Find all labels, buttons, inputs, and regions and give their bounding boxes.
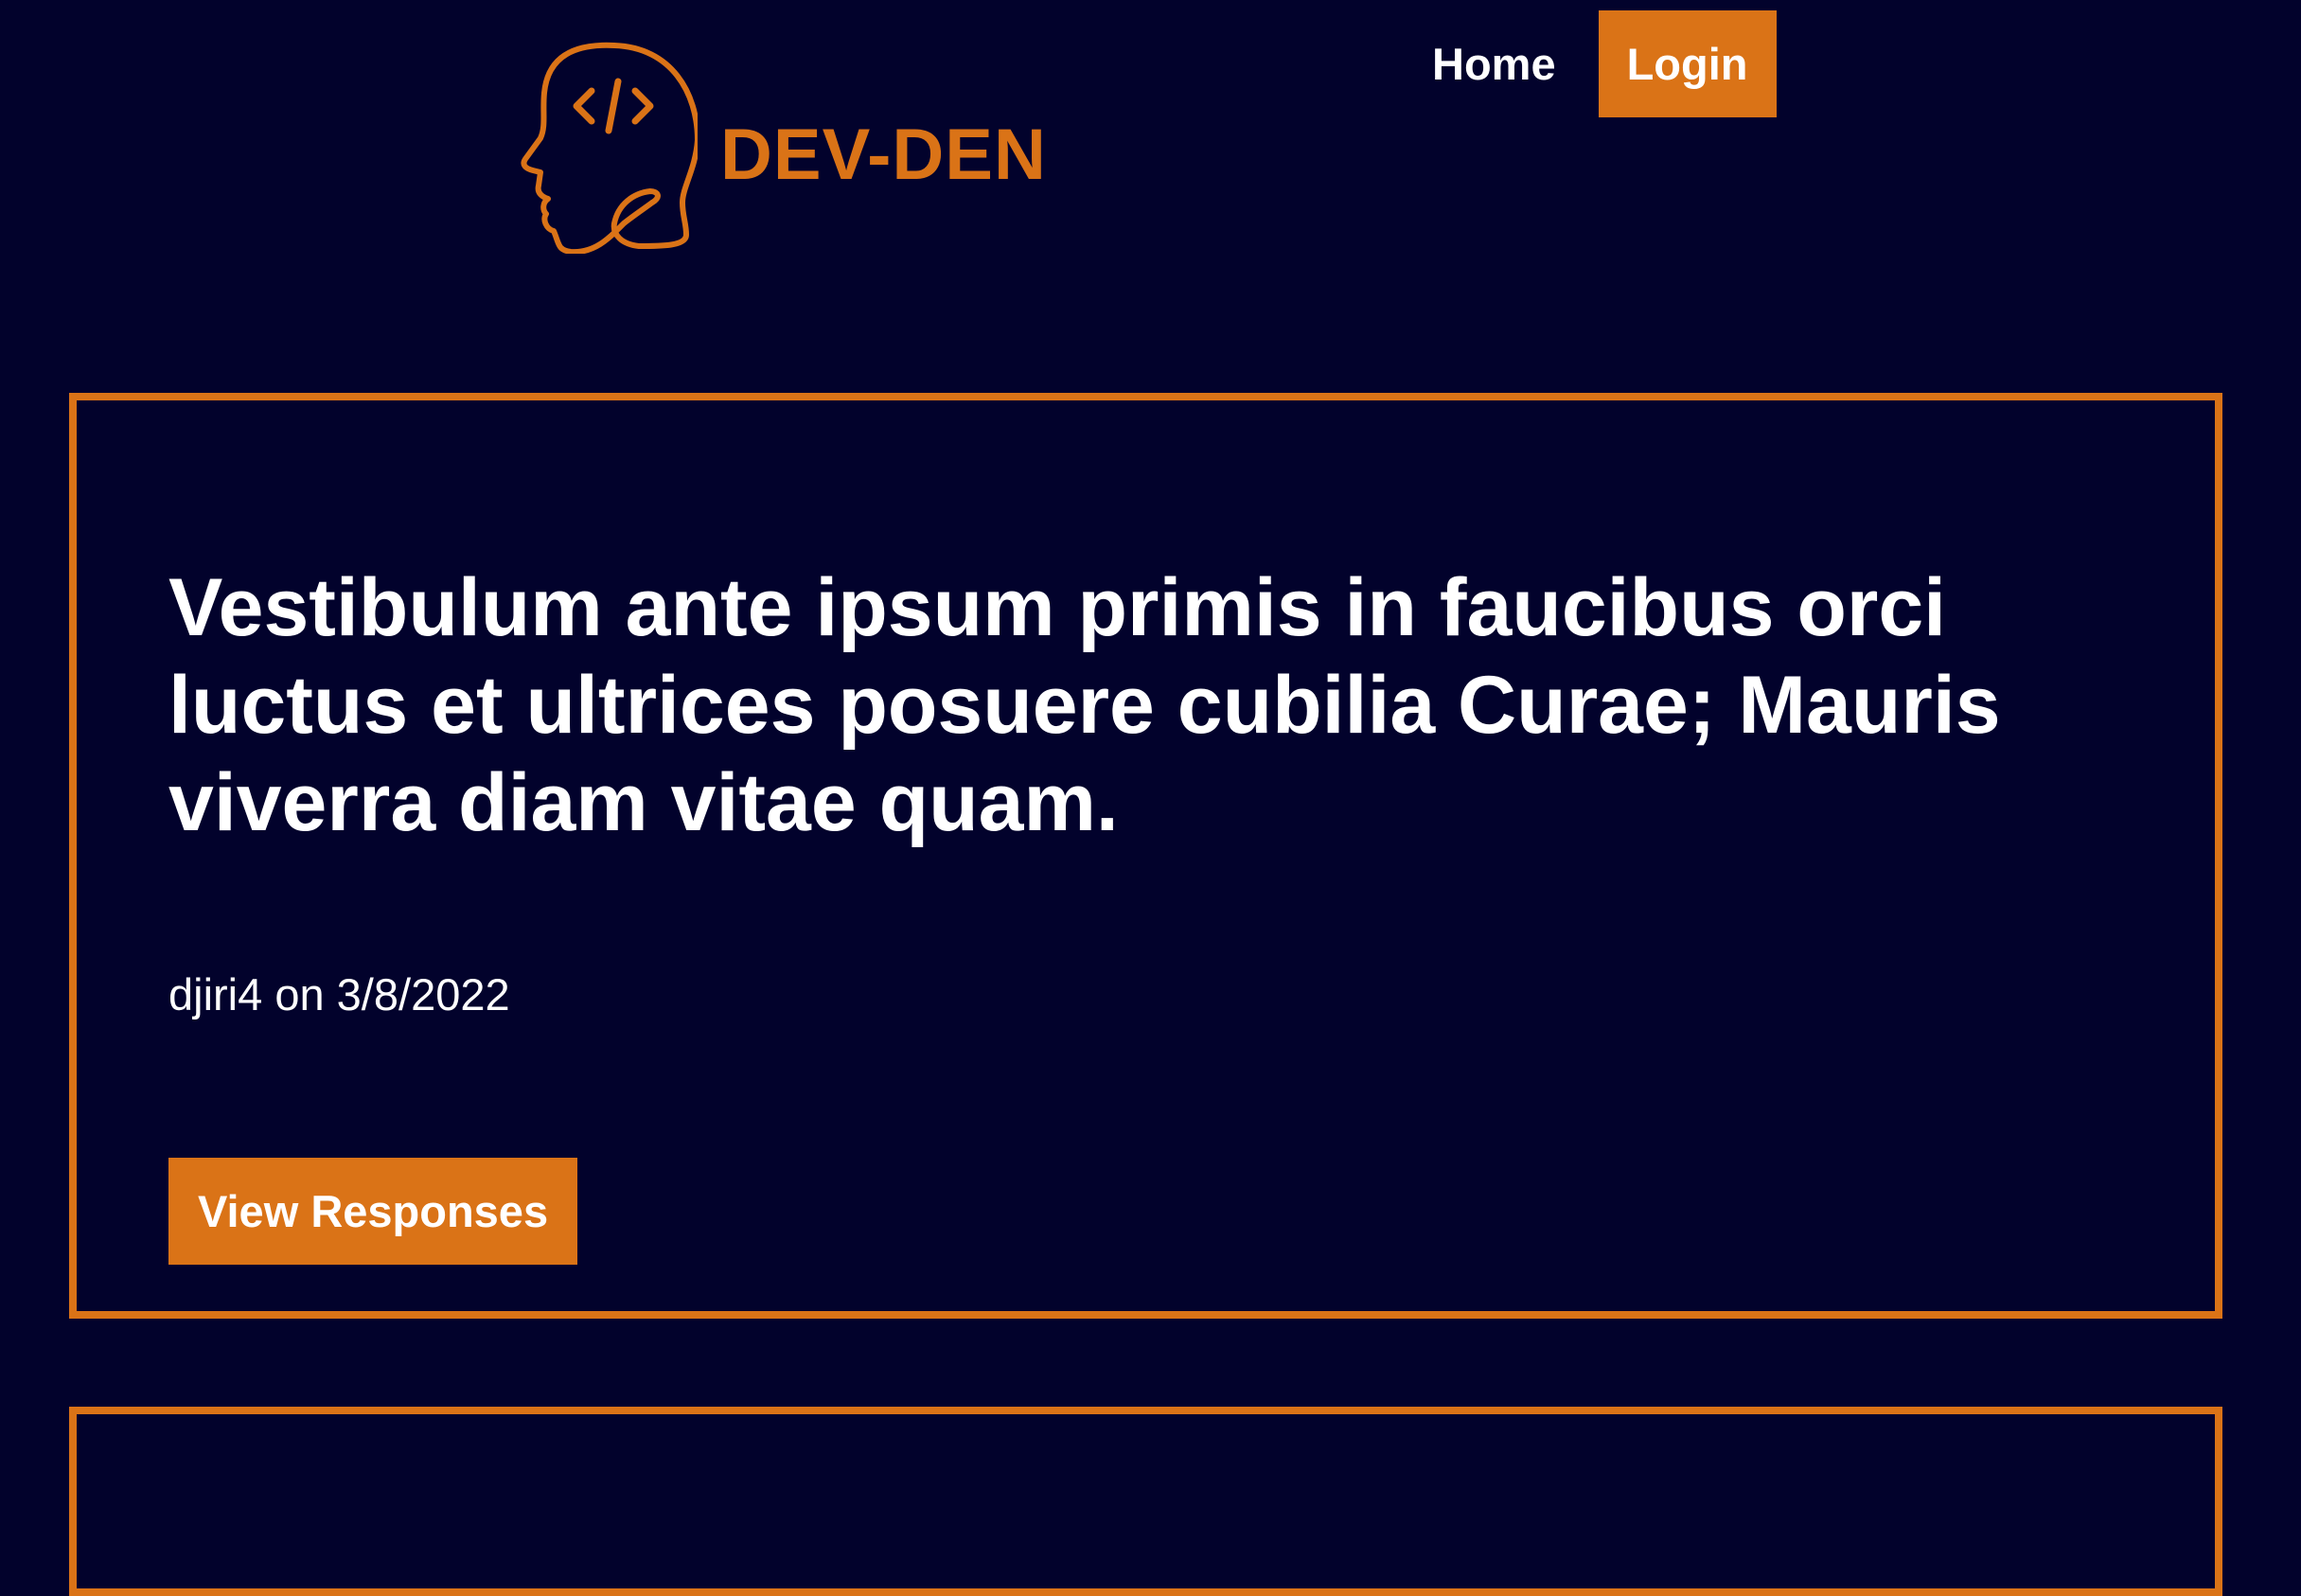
post-meta: djiri4 on 3/8/2022 [168,968,510,1020]
post-author: djiri4 [168,969,263,1020]
post-date: 3/8/2022 [336,969,510,1020]
nav-home-link[interactable]: Home [1412,10,1576,117]
post-card [69,1407,2222,1596]
site-header: DEV-DEN Home Login [0,0,2301,284]
site-logo[interactable]: DEV-DEN [520,36,1047,254]
post-card: Vestibulum ante ipsum primis in faucibus… [69,393,2222,1319]
post-title: Vestibulum ante ipsum primis in faucibus… [168,562,2001,848]
view-responses-button[interactable]: View Responses [168,1158,578,1265]
site-logo-text: DEV-DEN [720,114,1047,195]
nav-login-button[interactable]: Login [1598,10,1777,117]
head-code-icon [521,42,698,254]
post-meta-on: on [274,969,325,1020]
main-nav: Home Login [1412,10,1777,117]
